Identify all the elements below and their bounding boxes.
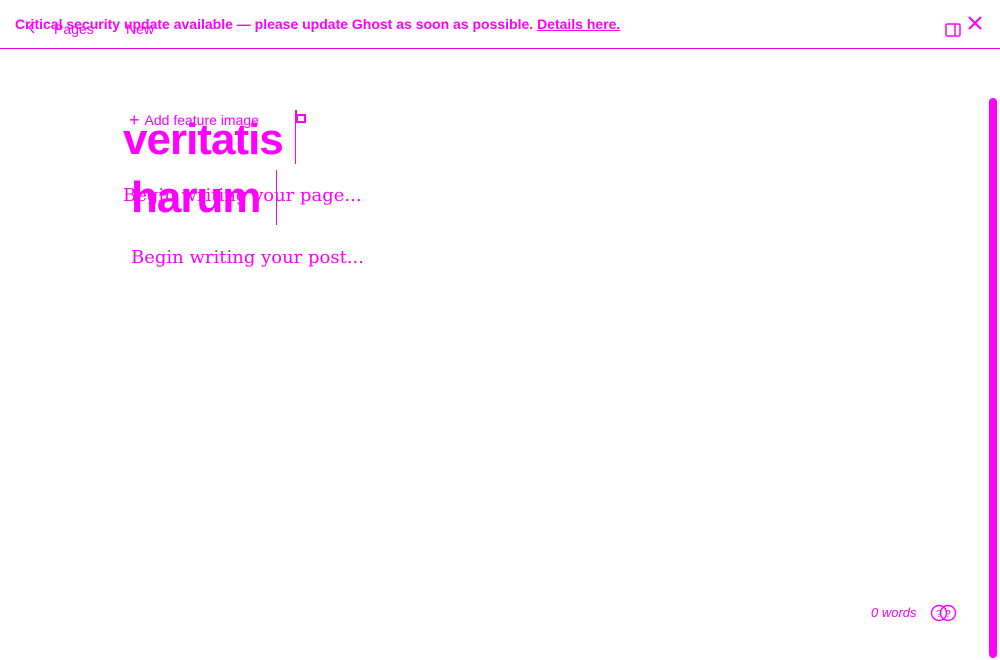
post-title-line-1[interactable]: veritatis xyxy=(123,116,284,164)
word-count: 0 words xyxy=(871,605,917,620)
post-body-placeholder[interactable]: Begin writing your post... xyxy=(131,247,364,268)
close-icon[interactable] xyxy=(966,14,984,32)
page-body-placeholder[interactable]: Begin writing your page... xyxy=(123,185,362,206)
svg-text:?: ? xyxy=(936,609,942,620)
editor-canvas[interactable]: + Add feature image veritatis harum Begin… xyxy=(0,50,1000,660)
breadcrumb-pages-link[interactable]: Pages xyxy=(54,21,94,37)
help-icon[interactable]: ? ? xyxy=(930,604,958,622)
text-caret xyxy=(295,112,296,164)
post-status: New xyxy=(126,21,155,37)
banner-message-container: Critical security update available — ple… xyxy=(15,16,620,32)
svg-text:?: ? xyxy=(945,609,951,620)
chevron-left-icon[interactable] xyxy=(27,21,36,37)
vertical-scrollbar[interactable] xyxy=(989,98,997,658)
sidebar-toggle-icon[interactable] xyxy=(945,22,961,38)
details-link[interactable]: Details here. xyxy=(537,16,620,32)
